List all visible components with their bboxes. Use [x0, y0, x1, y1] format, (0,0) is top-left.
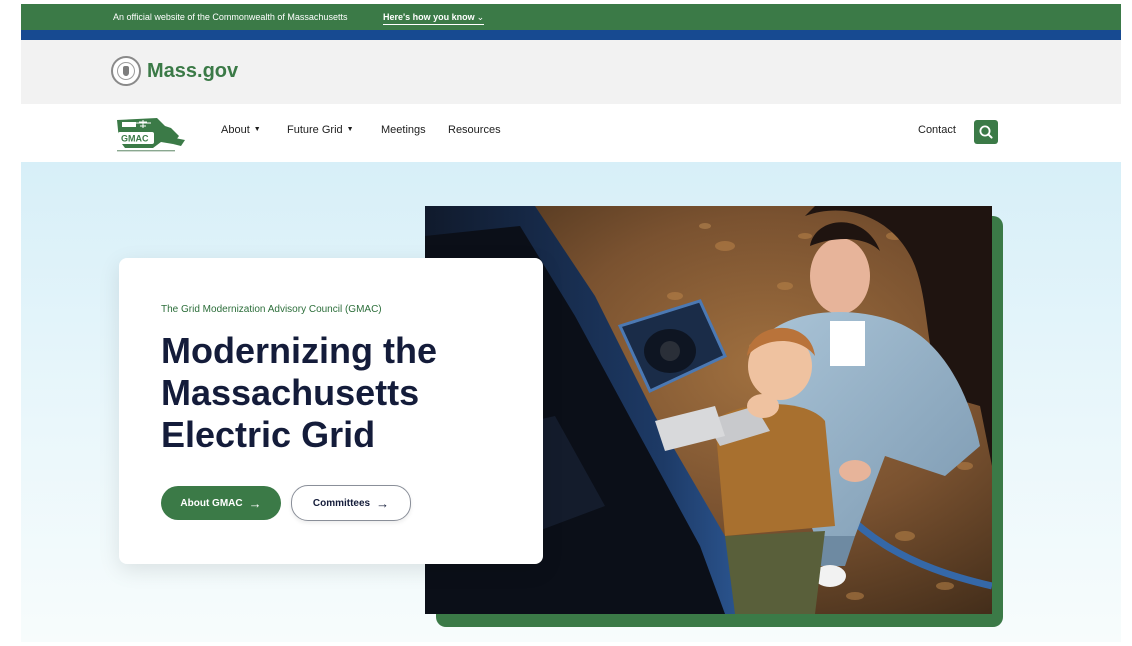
search-icon — [979, 125, 993, 139]
arrow-right-icon: → — [376, 495, 390, 511]
about-gmac-button-label: About GMAC — [180, 497, 243, 509]
about-gmac-button[interactable]: About GMAC → — [161, 486, 281, 520]
official-banner: An official website of the Commonwealth … — [21, 4, 1121, 30]
blue-stripe — [21, 30, 1121, 40]
hero-eyebrow: The Grid Modernization Advisory Council … — [161, 304, 382, 315]
hero-card: The Grid Modernization Advisory Council … — [119, 258, 543, 564]
caret-down-icon: ▼ — [346, 126, 354, 133]
state-seal-icon[interactable] — [111, 56, 141, 86]
heres-how-you-know-label: Here's how you know — [383, 12, 475, 22]
caret-down-icon: ▼ — [253, 126, 261, 133]
nav-item-about-label: About — [221, 124, 250, 136]
nav-item-meetings[interactable]: Meetings — [381, 124, 426, 136]
gmac-logo-text: GMAC — [121, 134, 149, 144]
search-button[interactable] — [974, 120, 998, 144]
page-frame: An official website of the Commonwealth … — [21, 4, 1121, 642]
nav-item-contact[interactable]: Contact — [918, 124, 956, 136]
nav-item-about[interactable]: About ▼ — [221, 124, 261, 136]
nav-item-resources[interactable]: Resources — [448, 124, 501, 136]
hero-section: The Grid Modernization Advisory Council … — [21, 162, 1121, 642]
gmac-logo[interactable]: GMAC — [113, 114, 189, 154]
massgov-logo-text[interactable]: Mass.gov — [147, 60, 238, 83]
nav-item-future-grid-label: Future Grid — [287, 124, 343, 136]
main-navigation: GMAC About ▼ Future Grid ▼ Meetings Resour… — [21, 104, 1121, 163]
nav-item-future-grid[interactable]: Future Grid ▼ — [287, 124, 354, 136]
heres-how-you-know-link[interactable]: Here's how you know ⌄ — [383, 12, 485, 25]
massgov-header: Mass.gov — [21, 40, 1121, 104]
hero-title: Modernizing the Massachusetts Electric G… — [161, 330, 437, 455]
official-banner-text: An official website of the Commonwealth … — [113, 12, 348, 22]
chevron-down-icon: ⌄ — [476, 12, 485, 22]
arrow-right-icon: → — [248, 495, 262, 511]
committees-button[interactable]: Committees → — [291, 485, 411, 521]
committees-button-label: Committees — [312, 497, 371, 509]
